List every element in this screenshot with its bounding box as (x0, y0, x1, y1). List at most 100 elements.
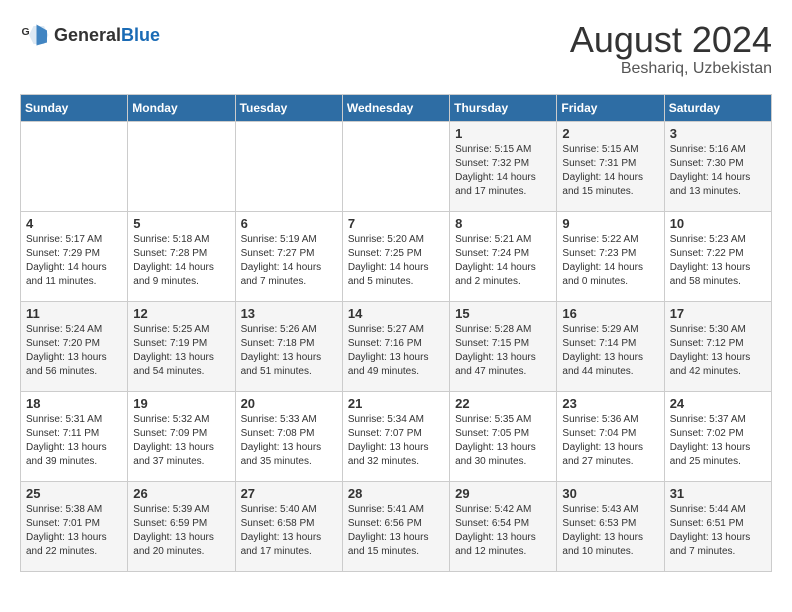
day-info: Sunrise: 5:22 AM Sunset: 7:23 PM Dayligh… (562, 233, 658, 289)
day-info: Sunrise: 5:38 AM Sunset: 7:01 PM Dayligh… (26, 503, 122, 559)
calendar-cell: 24 Sunrise: 5:37 AM Sunset: 7:02 PM Dayli… (664, 391, 771, 481)
day-number: 11 (26, 306, 122, 321)
day-number: 29 (455, 486, 551, 501)
day-number: 9 (562, 216, 658, 231)
day-info: Sunrise: 5:40 AM Sunset: 6:58 PM Dayligh… (241, 503, 337, 559)
day-number: 31 (670, 486, 766, 501)
day-info: Sunrise: 5:44 AM Sunset: 6:51 PM Dayligh… (670, 503, 766, 559)
calendar-cell: 10 Sunrise: 5:23 AM Sunset: 7:22 PM Dayli… (664, 211, 771, 301)
calendar-cell: 21 Sunrise: 5:34 AM Sunset: 7:07 PM Dayli… (342, 391, 449, 481)
calendar-cell: 23Sunrise: 5:36 AM Sunset: 7:04 PM Dayli… (557, 391, 664, 481)
day-number: 20 (241, 396, 337, 411)
day-number: 25 (26, 486, 122, 501)
day-number: 19 (133, 396, 229, 411)
calendar-cell: 1 Sunrise: 5:15 AM Sunset: 7:32 PM Daylig… (450, 121, 557, 211)
calendar-cell: 28Sunrise: 5:41 AM Sunset: 6:56 PM Dayli… (342, 481, 449, 571)
col-tuesday: Tuesday (235, 94, 342, 121)
day-number: 5 (133, 216, 229, 231)
day-info: Sunrise: 5:29 AM Sunset: 7:14 PM Dayligh… (562, 323, 658, 379)
calendar-week-row: 25 Sunrise: 5:38 AM Sunset: 7:01 PM Dayli… (21, 481, 772, 571)
calendar-cell (21, 121, 128, 211)
day-info: Sunrise: 5:35 AM Sunset: 7:05 PM Dayligh… (455, 413, 551, 469)
col-saturday: Saturday (664, 94, 771, 121)
calendar-table: Sunday Monday Tuesday Wednesday Thursday… (20, 94, 772, 572)
calendar-cell: 11 Sunrise: 5:24 AM Sunset: 7:20 PM Dayli… (21, 301, 128, 391)
calendar-week-row: 18Sunrise: 5:31 AM Sunset: 7:11 PM Dayli… (21, 391, 772, 481)
day-info: Sunrise: 5:28 AM Sunset: 7:15 PM Dayligh… (455, 323, 551, 379)
day-number: 17 (670, 306, 766, 321)
day-info: Sunrise: 5:43 AM Sunset: 6:53 PM Dayligh… (562, 503, 658, 559)
day-info: Sunrise: 5:39 AM Sunset: 6:59 PM Dayligh… (133, 503, 229, 559)
day-number: 21 (348, 396, 444, 411)
day-number: 24 (670, 396, 766, 411)
col-friday: Friday (557, 94, 664, 121)
calendar-cell: 27 Sunrise: 5:40 AM Sunset: 6:58 PM Dayli… (235, 481, 342, 571)
logo: G GeneralBlue (20, 20, 160, 50)
calendar-cell: 30 Sunrise: 5:43 AM Sunset: 6:53 PM Dayli… (557, 481, 664, 571)
calendar-cell: 13 Sunrise: 5:26 AM Sunset: 7:18 PM Dayli… (235, 301, 342, 391)
day-info: Sunrise: 5:15 AM Sunset: 7:32 PM Dayligh… (455, 143, 551, 199)
calendar-cell: 12Sunrise: 5:25 AM Sunset: 7:19 PM Dayli… (128, 301, 235, 391)
day-info: Sunrise: 5:23 AM Sunset: 7:22 PM Dayligh… (670, 233, 766, 289)
col-sunday: Sunday (21, 94, 128, 121)
calendar-cell: 5Sunrise: 5:18 AM Sunset: 7:28 PM Daylig… (128, 211, 235, 301)
day-number: 7 (348, 216, 444, 231)
calendar-cell: 4 Sunrise: 5:17 AM Sunset: 7:29 PM Daylig… (21, 211, 128, 301)
day-info: Sunrise: 5:24 AM Sunset: 7:20 PM Dayligh… (26, 323, 122, 379)
day-info: Sunrise: 5:37 AM Sunset: 7:02 PM Dayligh… (670, 413, 766, 469)
day-number: 1 (455, 126, 551, 141)
calendar-cell: 22 Sunrise: 5:35 AM Sunset: 7:05 PM Dayli… (450, 391, 557, 481)
day-number: 13 (241, 306, 337, 321)
day-info: Sunrise: 5:34 AM Sunset: 7:07 PM Dayligh… (348, 413, 444, 469)
day-number: 6 (241, 216, 337, 231)
day-info: Sunrise: 5:19 AM Sunset: 7:27 PM Dayligh… (241, 233, 337, 289)
calendar-cell: 25 Sunrise: 5:38 AM Sunset: 7:01 PM Dayli… (21, 481, 128, 571)
calendar-cell: 26 Sunrise: 5:39 AM Sunset: 6:59 PM Dayli… (128, 481, 235, 571)
day-number: 8 (455, 216, 551, 231)
day-number: 10 (670, 216, 766, 231)
calendar-cell: 8 Sunrise: 5:21 AM Sunset: 7:24 PM Daylig… (450, 211, 557, 301)
logo-icon: G (20, 20, 50, 50)
day-info: Sunrise: 5:33 AM Sunset: 7:08 PM Dayligh… (241, 413, 337, 469)
calendar-week-row: 11 Sunrise: 5:24 AM Sunset: 7:20 PM Dayli… (21, 301, 772, 391)
day-number: 23 (562, 396, 658, 411)
col-monday: Monday (128, 94, 235, 121)
day-info: Sunrise: 5:27 AM Sunset: 7:16 PM Dayligh… (348, 323, 444, 379)
calendar-cell (235, 121, 342, 211)
calendar-header-row: Sunday Monday Tuesday Wednesday Thursday… (21, 94, 772, 121)
svg-text:G: G (22, 26, 30, 38)
month-title: August 2024 (570, 20, 772, 60)
calendar-cell: 3Sunrise: 5:16 AM Sunset: 7:30 PM Daylig… (664, 121, 771, 211)
logo-blue: Blue (121, 25, 160, 45)
calendar-cell (128, 121, 235, 211)
day-info: Sunrise: 5:15 AM Sunset: 7:31 PM Dayligh… (562, 143, 658, 199)
calendar-week-row: 4 Sunrise: 5:17 AM Sunset: 7:29 PM Daylig… (21, 211, 772, 301)
calendar-cell: 15 Sunrise: 5:28 AM Sunset: 7:15 PM Dayli… (450, 301, 557, 391)
logo-general: General (54, 25, 121, 45)
calendar-cell: 14 Sunrise: 5:27 AM Sunset: 7:16 PM Dayli… (342, 301, 449, 391)
day-number: 14 (348, 306, 444, 321)
location-title: Beshariq, Uzbekistan (570, 60, 772, 78)
day-number: 30 (562, 486, 658, 501)
day-info: Sunrise: 5:26 AM Sunset: 7:18 PM Dayligh… (241, 323, 337, 379)
calendar-cell: 29Sunrise: 5:42 AM Sunset: 6:54 PM Dayli… (450, 481, 557, 571)
day-number: 15 (455, 306, 551, 321)
page-header: G GeneralBlue August 2024 Beshariq, Uzbe… (20, 20, 772, 78)
col-thursday: Thursday (450, 94, 557, 121)
day-number: 4 (26, 216, 122, 231)
calendar-cell: 2Sunrise: 5:15 AM Sunset: 7:31 PM Daylig… (557, 121, 664, 211)
day-number: 26 (133, 486, 229, 501)
calendar-cell: 20 Sunrise: 5:33 AM Sunset: 7:08 PM Dayli… (235, 391, 342, 481)
calendar-cell: 31 Sunrise: 5:44 AM Sunset: 6:51 PM Dayli… (664, 481, 771, 571)
calendar-cell: 19Sunrise: 5:32 AM Sunset: 7:09 PM Dayli… (128, 391, 235, 481)
day-number: 27 (241, 486, 337, 501)
day-number: 28 (348, 486, 444, 501)
col-wednesday: Wednesday (342, 94, 449, 121)
day-number: 16 (562, 306, 658, 321)
calendar-cell: 17Sunrise: 5:30 AM Sunset: 7:12 PM Dayli… (664, 301, 771, 391)
calendar-cell: 16 Sunrise: 5:29 AM Sunset: 7:14 PM Dayli… (557, 301, 664, 391)
title-block: August 2024 Beshariq, Uzbekistan (570, 20, 772, 78)
day-info: Sunrise: 5:17 AM Sunset: 7:29 PM Dayligh… (26, 233, 122, 289)
day-info: Sunrise: 5:21 AM Sunset: 7:24 PM Dayligh… (455, 233, 551, 289)
day-number: 22 (455, 396, 551, 411)
